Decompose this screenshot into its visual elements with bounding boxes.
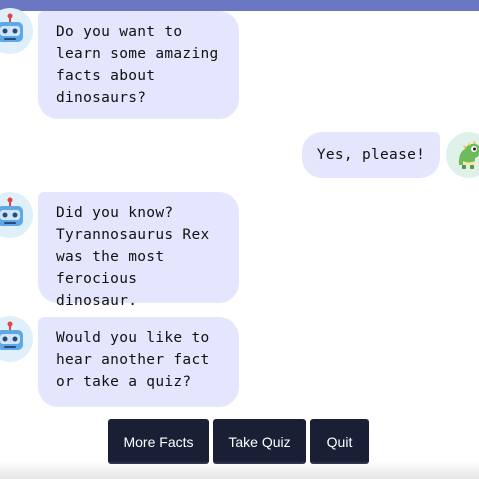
robot-icon: [0, 197, 23, 226]
user-message: Yes, please!: [302, 132, 440, 178]
bot-message: Did you know? Tyrannosaurus Rex was the …: [38, 192, 239, 309]
quit-button[interactable]: Quit: [310, 419, 369, 464]
header-bar: [0, 0, 479, 11]
bot-message: Do you want to learn some amazing facts …: [38, 11, 239, 119]
robot-icon: [0, 321, 23, 350]
user-avatar: [446, 132, 479, 178]
quick-reply-buttons: More Facts Take Quiz Quit: [108, 419, 369, 464]
bot-avatar: [0, 192, 33, 238]
more-facts-button[interactable]: More Facts: [108, 419, 209, 464]
dinosaur-icon: [458, 140, 479, 169]
robot-icon: [0, 13, 23, 42]
bot-avatar: [0, 316, 33, 362]
bot-message: Would you like to hear another fact or t…: [38, 317, 239, 407]
take-quiz-button[interactable]: Take Quiz: [213, 419, 306, 464]
bottom-edge: [0, 461, 479, 479]
bot-avatar: [0, 8, 33, 54]
